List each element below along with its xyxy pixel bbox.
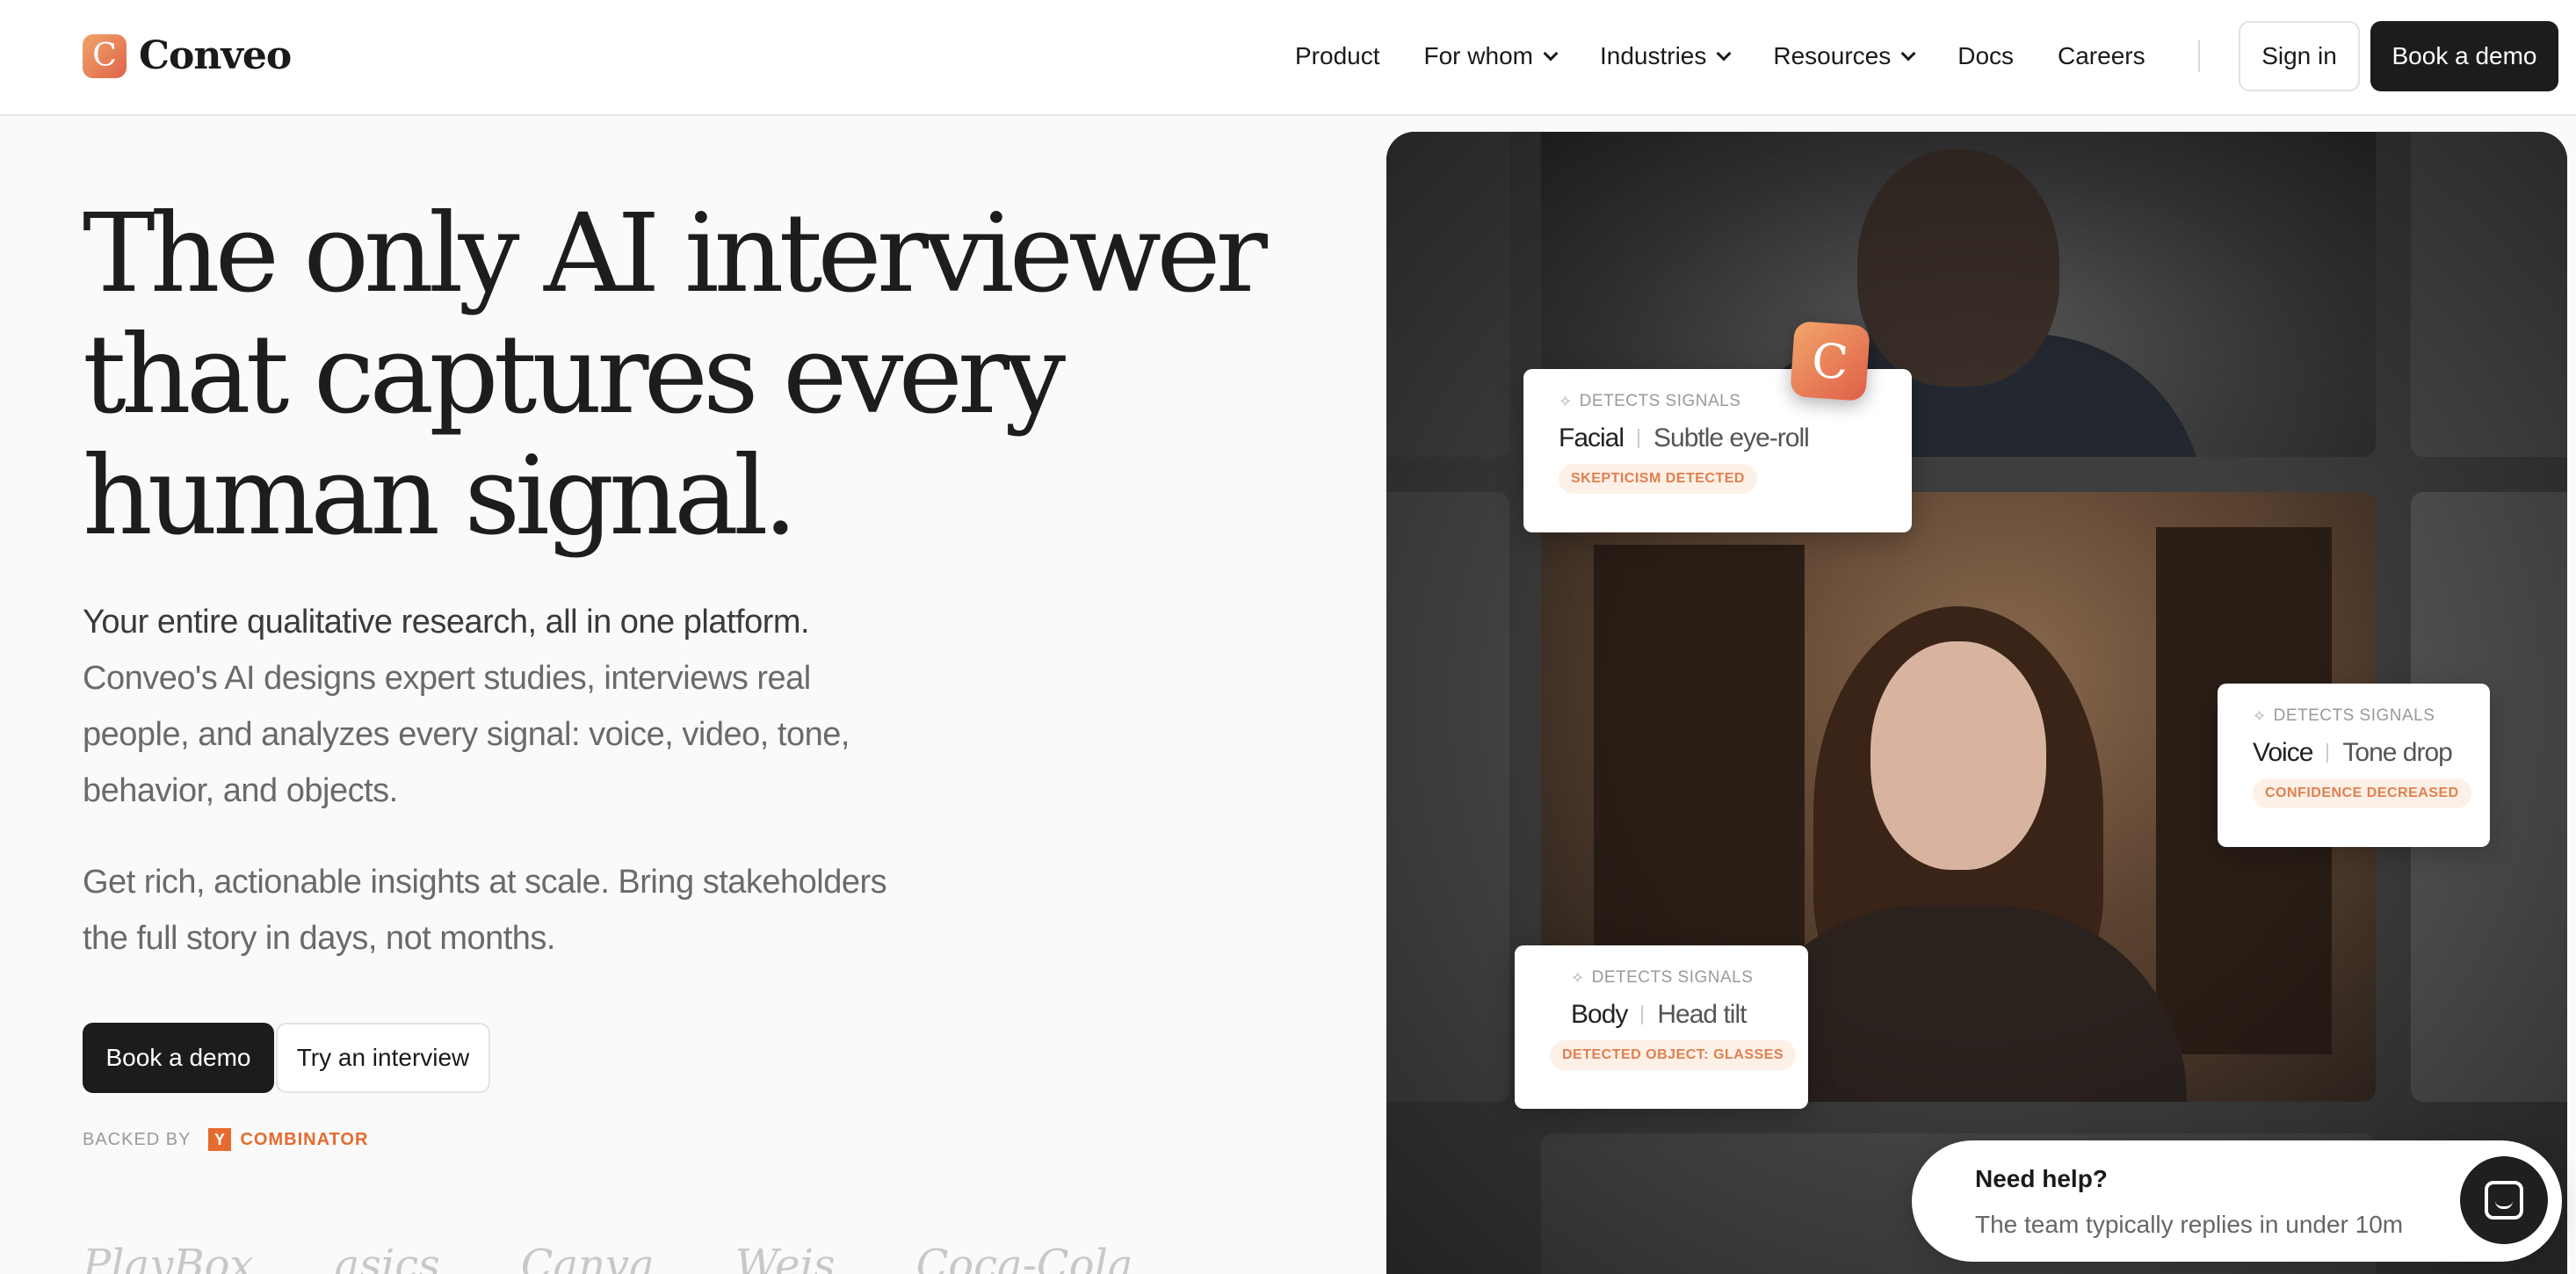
- nav-item-label: Careers: [2058, 42, 2145, 69]
- customer-logo-asics: asics: [334, 1241, 440, 1274]
- signal-kind: Voice: [2253, 738, 2313, 767]
- customer-logo-weis: Weis: [734, 1241, 836, 1274]
- signal-tag: CONFIDENCE DECREASED: [2253, 778, 2471, 808]
- sparkle-icon: ✧: [2253, 706, 2267, 725]
- logo-mark-icon: C: [83, 33, 127, 78]
- nav-item-label: Industries: [1599, 42, 1707, 69]
- signal-card-label: ✧ DETECTS SIGNALS: [1550, 968, 1791, 988]
- hero-description: Your entire qualitative research, all in…: [83, 594, 873, 819]
- chevron-down-icon: [1716, 46, 1732, 62]
- help-subtitle: The team typically replies in under 10m: [1975, 1211, 2404, 1238]
- hero-title-line: that captures every: [83, 312, 1066, 438]
- nav-item-industries[interactable]: Industries: [1599, 42, 1732, 70]
- logo-wordmark: Conveo: [139, 33, 292, 78]
- nav-item-label: Product: [1295, 42, 1380, 69]
- nav-item-docs[interactable]: Docs: [1957, 42, 2014, 70]
- signal-tag: DETECTED OBJECT: GLASSES: [1550, 1040, 1797, 1070]
- hero-secondary: Get rich, actionable insights at scale. …: [83, 864, 887, 957]
- hero-lead: Your entire qualitative research, all in…: [83, 604, 810, 641]
- y-combinator-name: COMBINATOR: [240, 1129, 369, 1149]
- chat-launcher-button[interactable]: [2460, 1156, 2548, 1244]
- chat-icon: [2485, 1181, 2523, 1220]
- nav-links: Product For whom Industries Resources Do…: [1295, 0, 2189, 112]
- nav-item-label: For whom: [1423, 42, 1533, 69]
- backed-by: BACKED BY Y COMBINATOR: [83, 1128, 368, 1151]
- sparkle-icon: ✧: [1571, 968, 1585, 987]
- sparkle-icon: ✧: [1559, 392, 1573, 410]
- help-title: Need help?: [1975, 1165, 2108, 1192]
- nav-item-label: Docs: [1957, 42, 2015, 69]
- hero-body: Conveo's AI designs expert studies, inte…: [83, 660, 850, 809]
- top-nav: C Conveo Product For whom Industries Res…: [0, 0, 2576, 116]
- customer-logo-canva: Canva: [520, 1241, 655, 1274]
- nav-item-resources[interactable]: Resources: [1773, 42, 1916, 70]
- signal-tag: SKEPTICISM DETECTED: [1559, 464, 1757, 494]
- signal-kind: Body: [1571, 1000, 1628, 1029]
- signal-detail: Tone drop: [2342, 738, 2452, 767]
- nav-item-label: Resources: [1773, 42, 1892, 69]
- sign-in-button[interactable]: Sign in: [2239, 21, 2360, 91]
- signal-divider: [2326, 743, 2329, 763]
- signal-divider: [1641, 1005, 1644, 1024]
- nav-item-careers[interactable]: Careers: [2058, 42, 2145, 70]
- hero-title-line: The only AI interviewer: [83, 191, 1268, 317]
- signal-detail: Subtle eye-roll: [1653, 423, 1810, 452]
- chevron-down-icon: [1900, 46, 1916, 62]
- signal-card-label-text: DETECTS SIGNALS: [2273, 706, 2435, 725]
- signal-divider: [1638, 429, 1640, 448]
- signal-kind: Facial: [1559, 423, 1624, 452]
- conveo-badge-icon: C: [1790, 321, 1870, 402]
- customer-logo-coca-cola: Coca-Cola: [915, 1241, 1133, 1274]
- signal-card-row: Body Head tilt: [1550, 1000, 1791, 1030]
- hero-title: The only AI interviewer that captures ev…: [83, 193, 1313, 557]
- signal-card-voice: ✧ DETECTS SIGNALS Voice Tone drop CONFIDEN…: [2218, 684, 2490, 847]
- book-demo-button[interactable]: Book a demo: [83, 1023, 274, 1093]
- signal-card-label-text: DETECTS SIGNALS: [1591, 968, 1754, 987]
- nav-item-product[interactable]: Product: [1295, 42, 1380, 70]
- chevron-down-icon: [1543, 46, 1559, 62]
- logo[interactable]: C Conveo: [83, 33, 292, 78]
- try-interview-button[interactable]: Try an interview: [276, 1023, 490, 1093]
- nav-item-for-whom[interactable]: For whom: [1423, 42, 1559, 70]
- hero-title-line: human signal.: [83, 433, 798, 560]
- customer-logos: PlayBox asics Canva Weis Coca-Cola: [83, 1241, 1330, 1274]
- backed-by-label: BACKED BY: [83, 1129, 192, 1149]
- customer-logo-playbox: PlayBox: [83, 1241, 254, 1274]
- nav-divider: [2198, 40, 2200, 72]
- signal-card-label-text: DETECTS SIGNALS: [1579, 392, 1741, 410]
- signal-card-body: ✧ DETECTS SIGNALS Body Head tilt DETECTED …: [1515, 945, 1808, 1109]
- y-combinator-icon: Y: [208, 1128, 232, 1151]
- signal-card-row: Voice Tone drop: [2253, 738, 2472, 768]
- nav-book-demo-button[interactable]: Book a demo: [2370, 21, 2558, 91]
- signal-detail: Head tilt: [1657, 1000, 1747, 1029]
- signal-card-label: ✧ DETECTS SIGNALS: [2253, 706, 2472, 726]
- signal-card-row: Facial Subtle eye-roll: [1559, 423, 1877, 453]
- y-combinator-logo[interactable]: Y COMBINATOR: [208, 1128, 368, 1151]
